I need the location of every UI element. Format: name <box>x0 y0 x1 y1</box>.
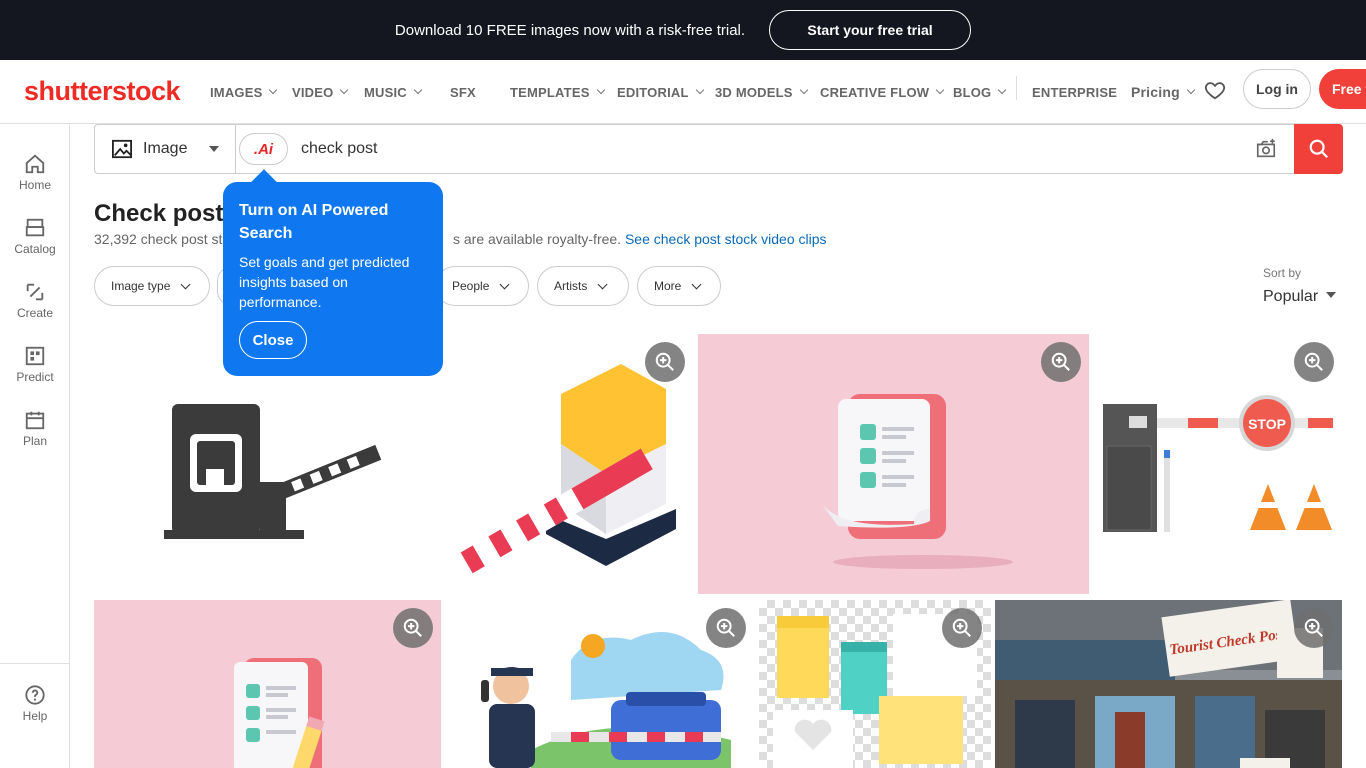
camera-search-icon[interactable] <box>1255 138 1277 160</box>
caret-down-icon <box>209 146 219 152</box>
chevron-down-icon <box>596 85 605 95</box>
zoom-button[interactable] <box>1041 342 1081 382</box>
result-image-2[interactable] <box>441 334 694 594</box>
sidebar-item-plan[interactable]: Plan <box>0 409 70 448</box>
sort-dropdown[interactable]: Popular <box>1263 288 1337 306</box>
chevron-down-icon <box>180 279 191 289</box>
zoom-in-icon <box>655 352 674 371</box>
page-title: Check post <box>94 200 224 227</box>
chevron-down-icon <box>691 279 702 289</box>
catalog-icon <box>25 218 45 237</box>
nav-pricing[interactable]: Pricing <box>1131 60 1196 124</box>
zoom-button[interactable] <box>1294 342 1334 382</box>
zoom-button[interactable] <box>1294 608 1334 648</box>
zoom-button[interactable] <box>706 608 746 648</box>
search-button[interactable] <box>1294 124 1343 174</box>
nav-blog[interactable]: BLOG <box>953 60 1007 124</box>
results-count-text: 32,392 check post st <box>94 231 223 247</box>
search-type-dropdown[interactable]: Image <box>95 125 236 173</box>
sidebar-item-home[interactable]: Home <box>0 153 70 192</box>
tooltip-close-button[interactable]: Close <box>239 321 307 359</box>
checklist-document-illustration <box>822 394 1013 569</box>
filter-artists[interactable]: Artists <box>537 266 629 306</box>
sort-label: Sort by <box>1263 266 1302 280</box>
header: shutterstock IMAGES VIDEO MUSIC SFX TEMP… <box>0 60 1366 124</box>
logo[interactable]: shutterstock <box>24 76 181 107</box>
zoom-in-icon <box>1304 352 1323 371</box>
sidebar-item-create[interactable]: Create <box>0 281 70 320</box>
free-trial-button[interactable]: Free t <box>1319 69 1366 109</box>
chevron-down-icon <box>998 85 1007 95</box>
nav-sfx[interactable]: SFX <box>450 60 476 124</box>
heart-icon[interactable] <box>1204 79 1226 101</box>
stop-sign-text: STOP <box>1248 416 1286 432</box>
help-icon <box>25 685 45 705</box>
nav-divider <box>1016 76 1017 100</box>
tourist-check-post-photo: Tourist Check Post <box>995 600 1342 768</box>
results-count-tail: s are available royalty-free. See check … <box>453 231 827 247</box>
nav-creative-flow[interactable]: CREATIVE FLOW <box>820 60 945 124</box>
chevron-down-icon <box>269 85 278 95</box>
nav-images[interactable]: IMAGES <box>210 60 278 124</box>
chevron-down-icon <box>413 85 423 95</box>
login-button[interactable]: Log in <box>1243 69 1311 109</box>
ai-search-toggle[interactable]: .Ai <box>239 133 288 165</box>
zoom-in-icon <box>716 618 735 637</box>
start-trial-button[interactable]: Start your free trial <box>769 10 972 50</box>
nav-3d-models[interactable]: 3D MODELS <box>715 60 808 124</box>
search-icon <box>1309 139 1328 159</box>
chevron-down-icon <box>597 279 608 289</box>
zoom-in-icon <box>952 618 971 637</box>
sidebar: Home Catalog Create Predict Plan Help <box>0 125 70 768</box>
video-clips-link[interactable]: See check post stock video clips <box>625 231 827 247</box>
tooltip-body: Set goals and get predicted insights bas… <box>239 254 410 310</box>
predict-icon <box>25 346 45 366</box>
nav-enterprise[interactable]: ENTERPRISE <box>1032 60 1117 124</box>
chevron-down-icon <box>340 85 349 95</box>
chevron-down-icon <box>695 85 704 95</box>
filter-people[interactable]: People <box>435 266 529 306</box>
sidebar-item-predict[interactable]: Predict <box>0 345 70 384</box>
chevron-down-icon <box>936 85 945 95</box>
result-image-6[interactable] <box>441 600 755 768</box>
search-input[interactable] <box>301 138 1201 160</box>
sidebar-item-help[interactable]: Help <box>0 684 70 723</box>
ai-search-tooltip: Turn on AI Powered Search Set goals and … <box>223 182 443 376</box>
zoom-button[interactable] <box>645 342 685 382</box>
tooltip-title: Turn on AI Powered Search <box>239 202 389 242</box>
zoom-in-icon <box>1051 352 1070 371</box>
search-bar: Image .Ai <box>94 124 1343 174</box>
zoom-button[interactable] <box>393 608 433 648</box>
sidebar-item-catalog[interactable]: Catalog <box>0 217 70 256</box>
zoom-button[interactable] <box>942 608 982 648</box>
promo-bar: Download 10 FREE images now with a risk-… <box>0 0 1366 60</box>
chevron-down-icon <box>799 85 808 95</box>
checklist-pencil-illustration <box>234 658 325 768</box>
result-image-5[interactable] <box>94 600 441 768</box>
home-icon <box>25 154 45 174</box>
sidebar-help-section: Help <box>0 663 70 768</box>
chevron-down-icon <box>499 279 510 289</box>
filter-image-type[interactable]: Image type <box>94 266 210 306</box>
result-image-4[interactable]: STOP <box>1093 334 1342 594</box>
nav-editorial[interactable]: EDITORIAL <box>617 60 704 124</box>
result-image-3[interactable] <box>698 334 1089 594</box>
result-image-7[interactable] <box>759 600 991 768</box>
nav-music[interactable]: MUSIC <box>364 60 423 124</box>
zoom-in-icon <box>403 618 422 637</box>
result-image-8[interactable]: Tourist Check Post <box>995 600 1342 768</box>
image-icon <box>112 139 132 159</box>
zoom-in-icon <box>1304 618 1323 637</box>
create-icon <box>26 283 44 301</box>
nav-video[interactable]: VIDEO <box>292 60 349 124</box>
chevron-down-icon <box>1186 85 1196 95</box>
filter-more[interactable]: More <box>637 266 721 306</box>
caret-down-icon <box>1326 292 1337 298</box>
promo-text: Download 10 FREE images now with a risk-… <box>394 21 746 39</box>
nav-templates[interactable]: TEMPLATES <box>510 60 605 124</box>
calendar-icon <box>25 411 45 430</box>
